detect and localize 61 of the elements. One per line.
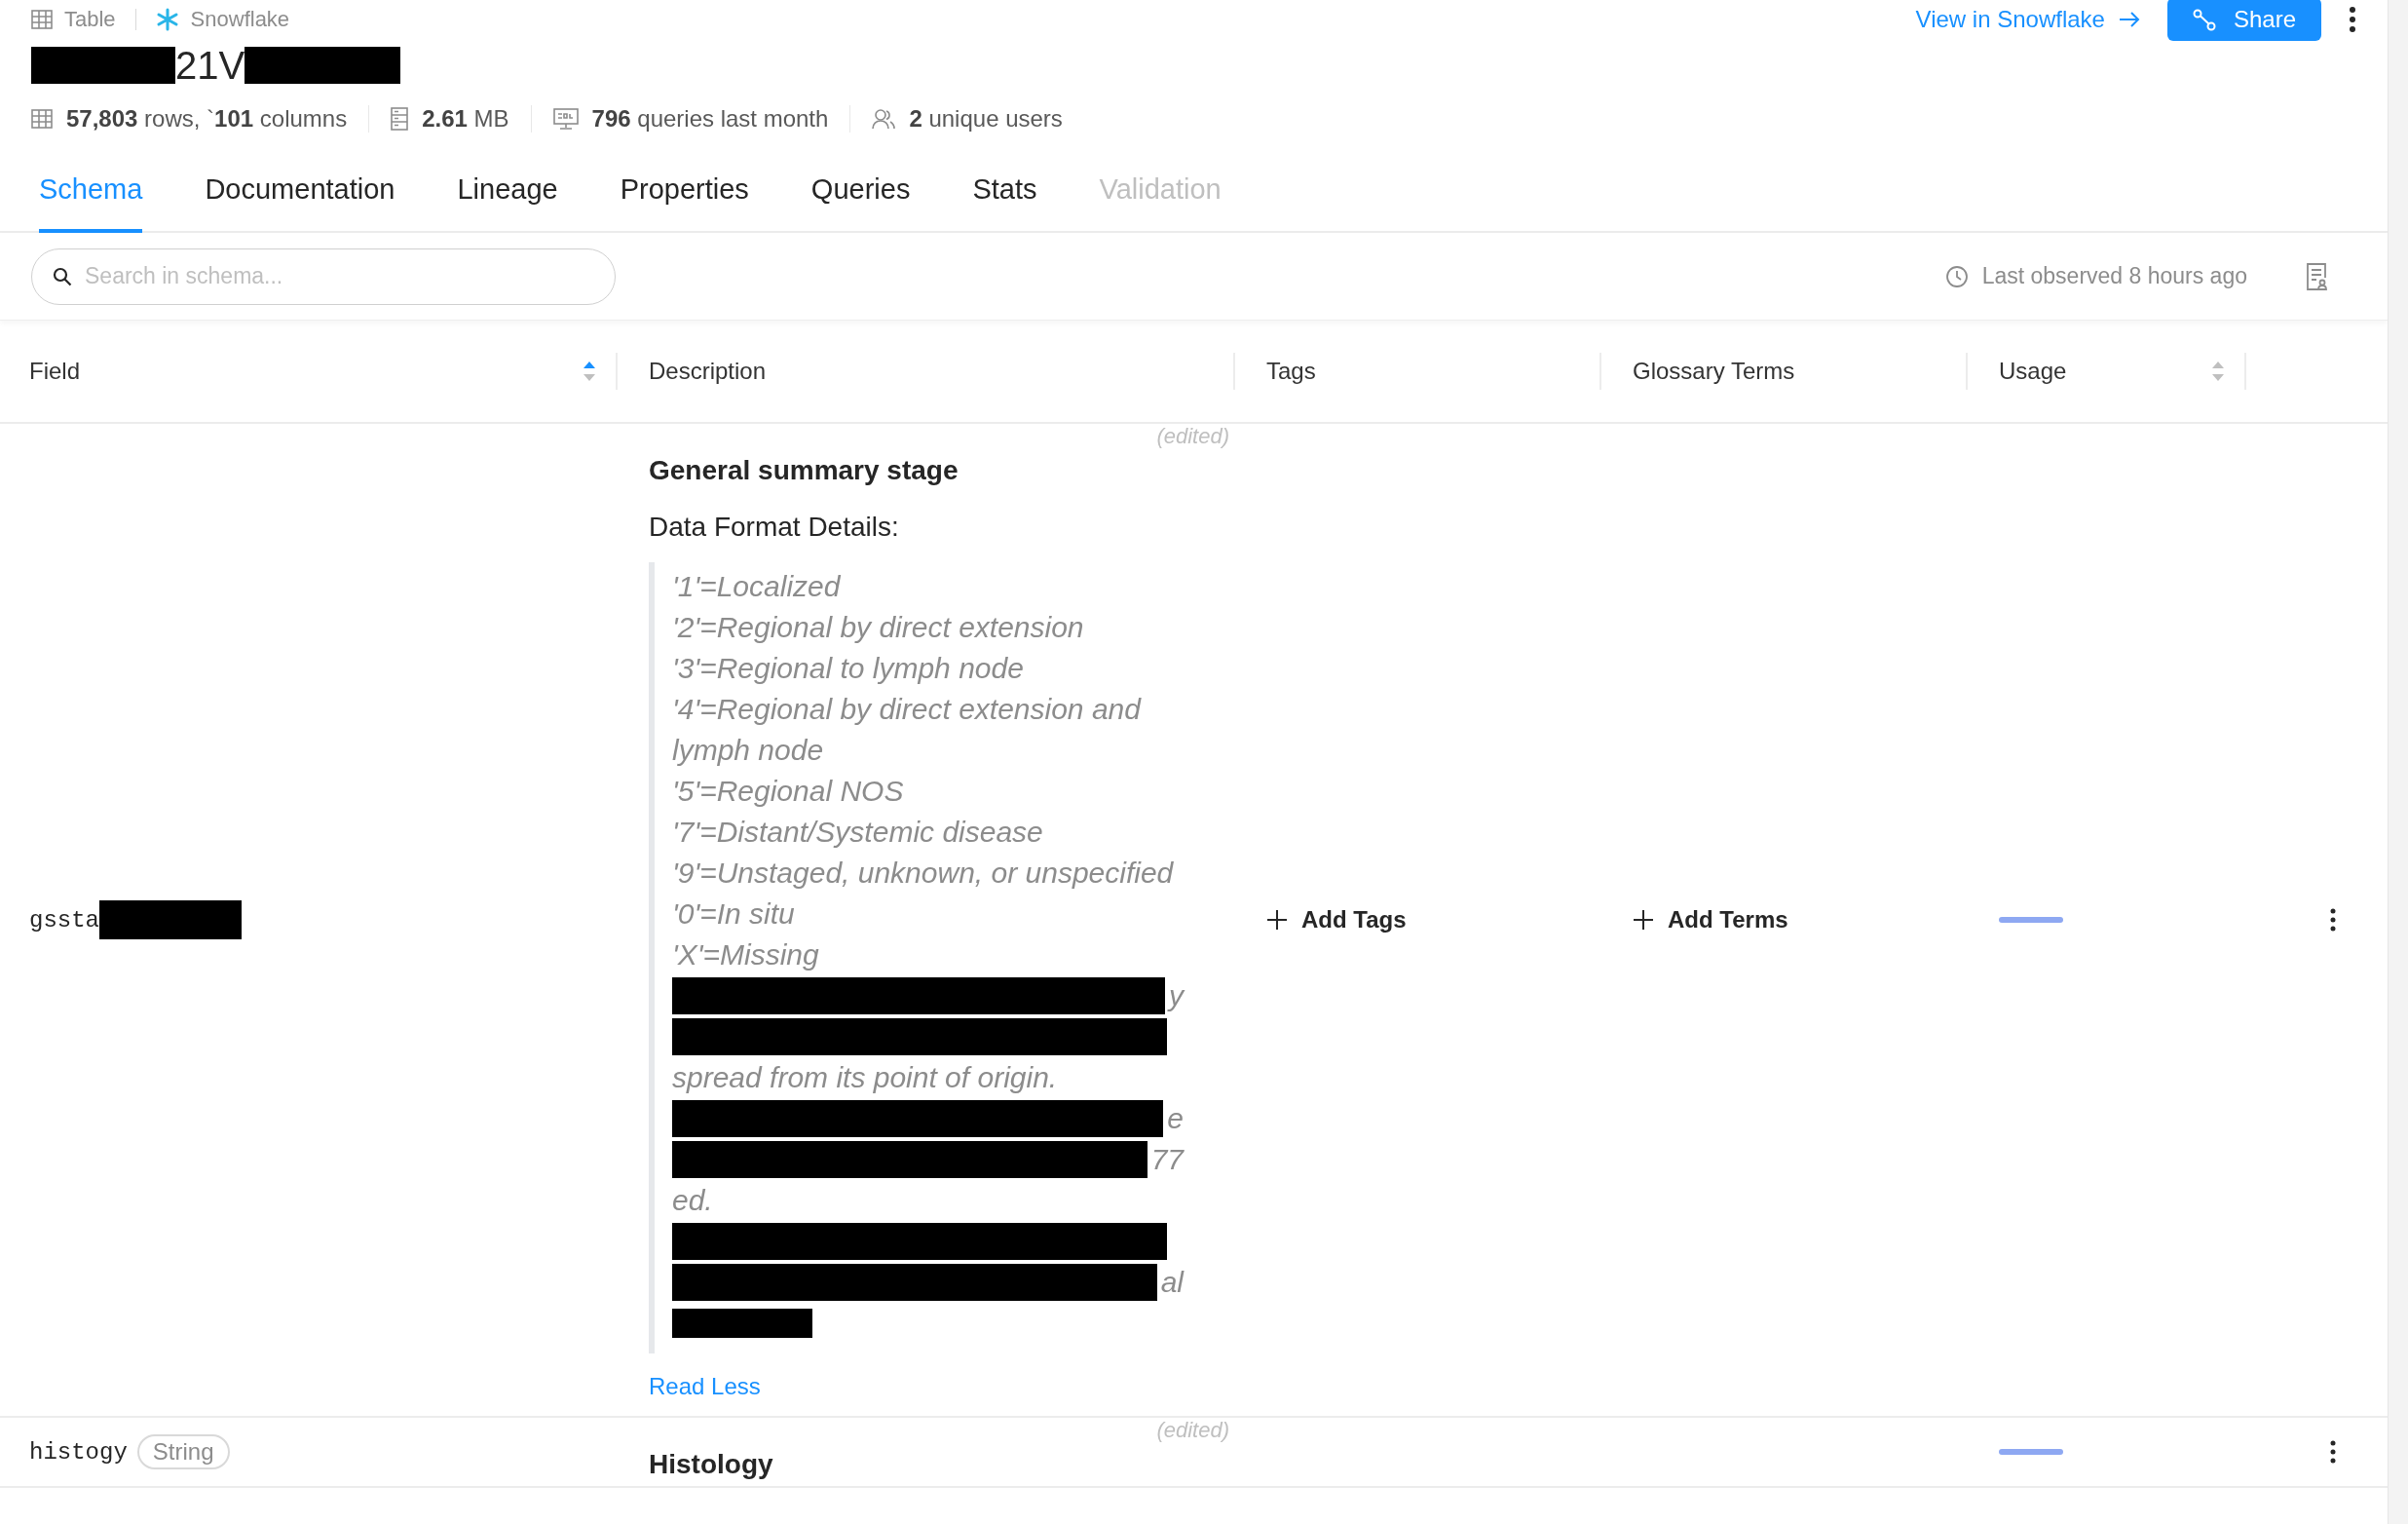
- plus-icon: [1266, 909, 1288, 931]
- tab[interactable]: Lineage: [457, 152, 558, 233]
- description-line: '3'=Regional to lymph node: [672, 651, 1025, 686]
- edited-label: (edited): [1156, 1418, 1229, 1443]
- description-line: '0'=In situ: [672, 896, 796, 932]
- description-line: '5'=Regional NOS: [672, 774, 905, 809]
- field-name: gssta: [29, 906, 99, 933]
- description-line: spread from its point of origin.: [672, 1060, 1059, 1095]
- column-header: Field: [29, 358, 81, 385]
- tab[interactable]: Properties: [620, 152, 749, 233]
- add-terms-button[interactable]: Add Terms: [1633, 906, 1788, 933]
- column-header: Glossary Terms: [1633, 358, 1795, 385]
- arrow-right-icon: [2118, 11, 2140, 28]
- sort-icon[interactable]: [583, 362, 596, 381]
- description-line: 'X'=Missing: [672, 937, 820, 972]
- description-line: '9'=Unstaged, unknown, or unspecified: [672, 856, 1175, 891]
- search-icon: [53, 266, 72, 286]
- description-fragment: y: [1169, 979, 1184, 1012]
- page-title: 21V: [175, 43, 245, 88]
- description-line: '1'=Localized: [672, 569, 842, 604]
- description-line: ed.: [672, 1183, 714, 1218]
- column-header: Tags: [1266, 358, 1316, 385]
- stat-text: 2 unique users: [909, 105, 1063, 133]
- stat-text: 796 queries last month: [591, 105, 829, 133]
- tab[interactable]: Documentation: [205, 152, 395, 233]
- field-name: histogy: [29, 1438, 128, 1466]
- edited-label: (edited): [1156, 424, 1229, 449]
- description-fragment: e: [1167, 1102, 1184, 1135]
- tab[interactable]: Stats: [972, 152, 1037, 233]
- stat-text: 57,803 rows, `101 columns: [66, 105, 348, 133]
- description-line: '4'=Regional by direct extension and lymph node: [672, 692, 1143, 768]
- description-title: General summary stage: [649, 454, 959, 487]
- usage-bar: [1999, 1449, 2063, 1455]
- description-fragment: 77: [1150, 1143, 1184, 1176]
- description-line: '7'=Distant/Systemic disease: [672, 815, 1044, 850]
- description-subtitle: Data Format Details:: [649, 511, 899, 544]
- more-icon[interactable]: [2349, 6, 2356, 33]
- search-field[interactable]: Search in schema...: [31, 248, 616, 305]
- column-header: Description: [649, 358, 767, 385]
- more-icon[interactable]: [2329, 1440, 2336, 1464]
- clock-icon: [1944, 264, 1969, 288]
- add-tags-button[interactable]: Add Tags: [1266, 906, 1407, 933]
- document-icon[interactable]: [2306, 261, 2327, 291]
- table-icon: [31, 109, 53, 129]
- users-icon: [872, 108, 896, 130]
- stat-text: 2.61 MB: [422, 105, 509, 133]
- monitor-icon: [552, 108, 579, 130]
- description-line: '2'=Regional by direct extension: [672, 610, 1085, 645]
- column-header: Usage: [1999, 358, 2067, 385]
- last-observed-text: Last observed 8 hours ago: [1981, 263, 2247, 289]
- description-title: Histology: [649, 1448, 773, 1481]
- storage-icon: [391, 107, 409, 131]
- tab[interactable]: Queries: [810, 152, 911, 233]
- more-icon[interactable]: [2329, 908, 2336, 932]
- snowflake-icon: [155, 8, 179, 31]
- share-icon: [2192, 8, 2216, 31]
- plus-icon: [1633, 909, 1654, 931]
- description-fragment: al: [1160, 1266, 1184, 1299]
- table-icon: [31, 10, 53, 29]
- type-tag: String: [136, 1434, 230, 1469]
- usage-bar: [1999, 917, 2063, 923]
